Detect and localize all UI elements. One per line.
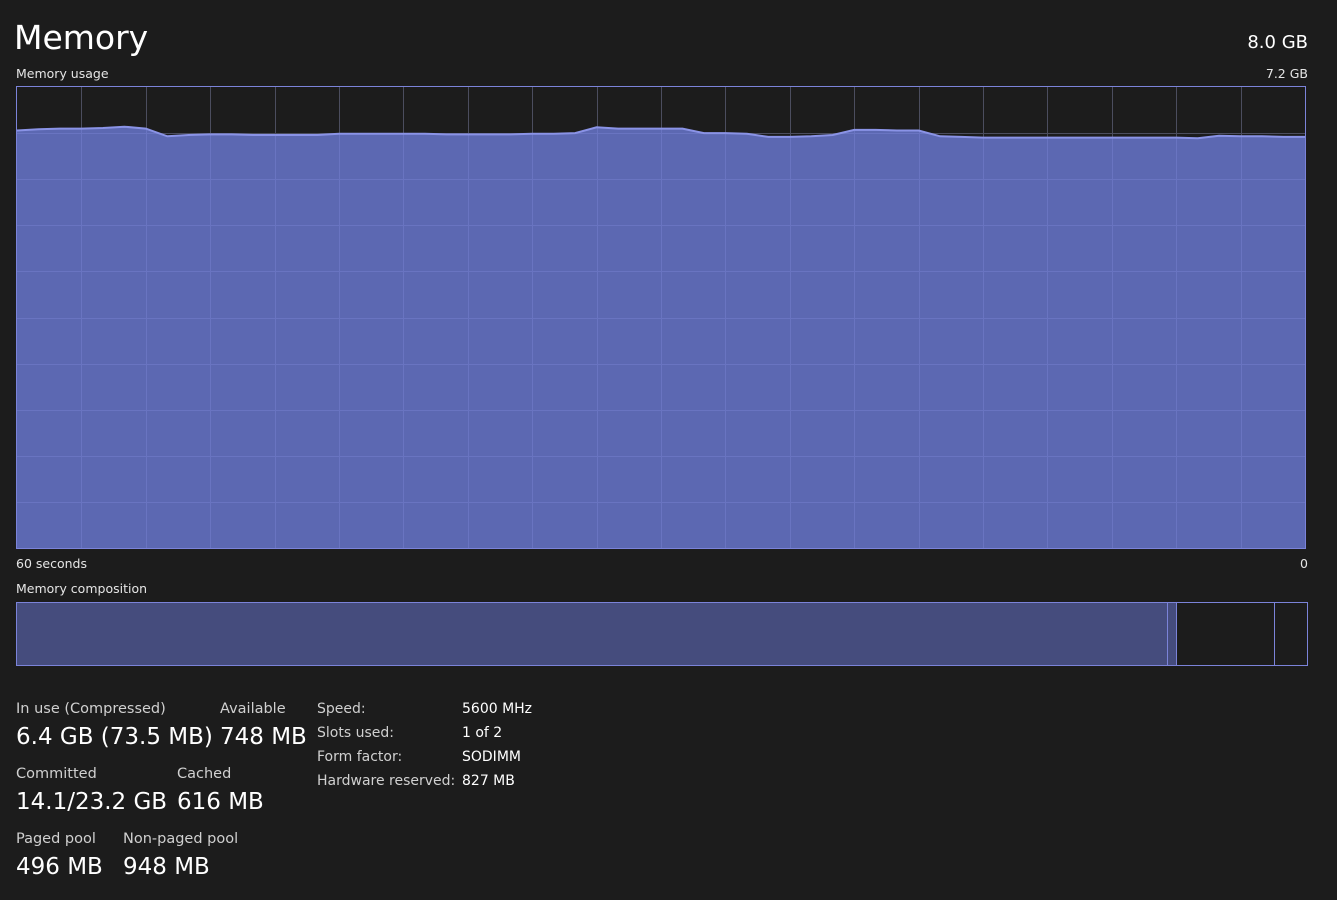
hardware-reserved-label: Hardware reserved: xyxy=(317,773,456,789)
paged-pool-label: Paged pool xyxy=(16,831,96,847)
speed-value: 5600 MHz xyxy=(462,701,533,717)
nonpaged-pool-label: Non-paged pool xyxy=(123,831,239,847)
in-use-value: 6.4 GB (73.5 MB) xyxy=(16,724,213,750)
memory-composition-label: Memory composition xyxy=(16,581,148,596)
composition-in-use-segment xyxy=(17,603,1169,665)
page-title: Memory xyxy=(14,18,149,57)
graph-time-left-label: 60 seconds xyxy=(16,556,87,571)
available-label: Available xyxy=(220,701,286,717)
cached-label: Cached xyxy=(177,766,232,782)
hardware-reserved-value: 827 MB xyxy=(462,773,515,789)
memory-usage-label: Memory usage xyxy=(16,66,109,81)
speed-label: Speed: xyxy=(317,701,366,717)
memory-composition-bar xyxy=(16,602,1308,666)
total-memory: 8.0 GB xyxy=(1247,32,1308,53)
composition-free-segment xyxy=(1275,603,1307,665)
slots-used-label: Slots used: xyxy=(317,725,394,741)
committed-label: Committed xyxy=(16,766,97,782)
memory-usage-max-label: 7.2 GB xyxy=(1265,66,1308,81)
composition-standby-segment xyxy=(1177,603,1276,665)
graph-time-right-label: 0 xyxy=(1300,556,1308,571)
in-use-label: In use (Compressed) xyxy=(16,701,166,717)
composition-modified-segment xyxy=(1168,603,1178,665)
cached-value: 616 MB xyxy=(177,789,264,815)
slots-used-value: 1 of 2 xyxy=(462,725,503,741)
memory-performance-page: Memory 8.0 GB Memory usage 7.2 GB 60 sec… xyxy=(0,0,1337,900)
nonpaged-pool-value: 948 MB xyxy=(123,854,210,880)
available-value: 748 MB xyxy=(220,724,307,750)
paged-pool-value: 496 MB xyxy=(16,854,103,880)
memory-usage-graph xyxy=(16,86,1306,549)
form-factor-label: Form factor: xyxy=(317,749,403,765)
form-factor-value: SODIMM xyxy=(462,749,521,765)
memory-usage-chart xyxy=(17,87,1305,548)
committed-value: 14.1/23.2 GB xyxy=(16,789,168,815)
